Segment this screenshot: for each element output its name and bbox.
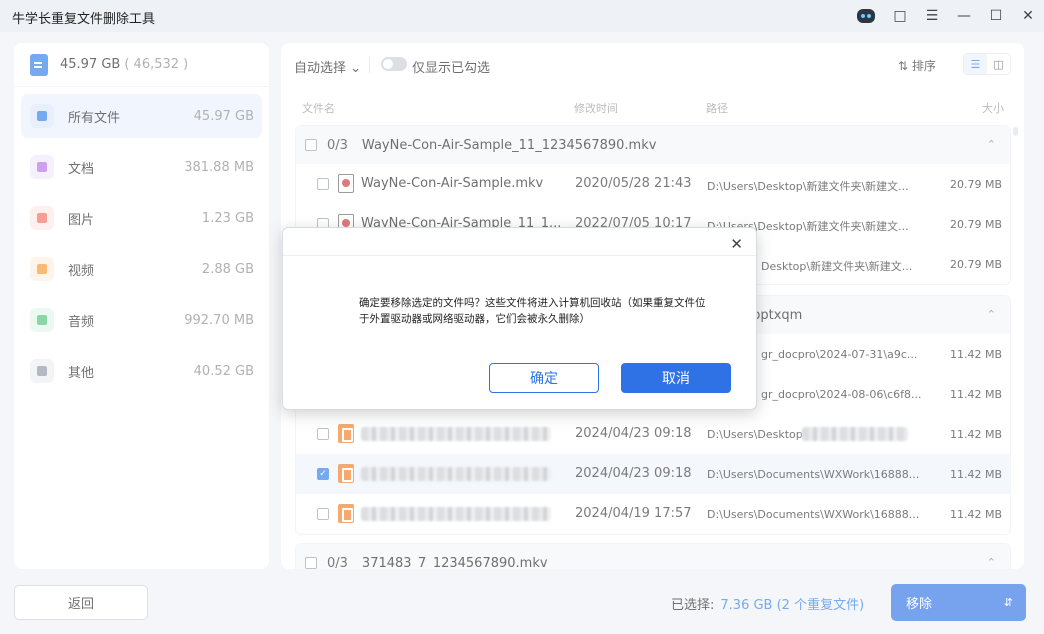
minimize-icon[interactable]: — [948,0,980,32]
confirm-dialog: ✕ 确定要移除选定的文件吗？这些文件将进入计算机回收站（如果重复文件位于外置驱动… [282,227,757,410]
dialog-message: 确定要移除选定的文件吗？这些文件将进入计算机回收站（如果重复文件位于外置驱动器或… [359,297,706,325]
cancel-button[interactable]: 取消 [621,363,731,393]
dialog-divider [283,255,756,256]
app-title: 牛学长重复文件删除工具 [12,12,156,27]
dialog-close-icon[interactable]: ✕ [730,235,743,253]
title-bar: 牛学长重复文件删除工具 □ ☰ — ☐ ✕ [0,0,1044,32]
confirm-button[interactable]: 确定 [489,363,599,393]
maximize-icon[interactable]: ☐ [980,0,1012,32]
close-icon[interactable]: ✕ [1012,0,1044,32]
feedback-icon[interactable]: □ [884,0,916,32]
window-controls: □ ☰ — ☐ ✕ [848,0,1044,32]
robot-icon[interactable] [848,0,884,32]
menu-icon[interactable]: ☰ [916,0,948,32]
